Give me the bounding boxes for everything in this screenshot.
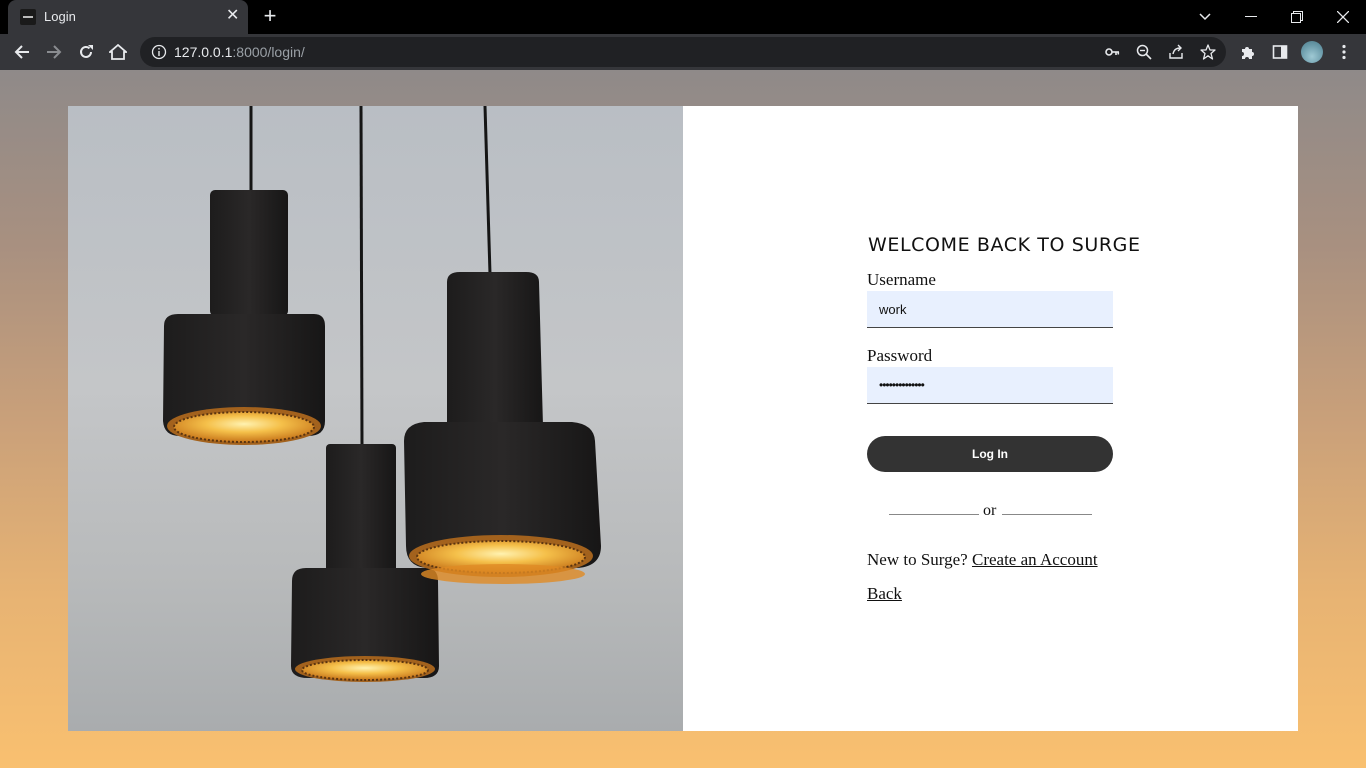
profile-avatar[interactable] [1301,41,1323,63]
signup-prompt-text: New to Surge? [867,550,968,569]
browser-tab[interactable]: Login ✕ [8,0,248,34]
create-account-link[interactable]: Create an Account [972,550,1098,569]
close-window-icon[interactable] [1320,0,1366,34]
tab-close-icon[interactable]: ✕ [226,8,239,24]
page-title: WELCOME BACK TO SURGE [868,234,1141,256]
url-text[interactable]: 127.0.0.1:8000/login/ [174,44,305,60]
site-favicon-icon [20,9,36,25]
pendant-lamps-image [68,106,683,731]
extensions-puzzle-icon[interactable] [1232,36,1264,68]
divider-or-text: or [983,502,997,519]
login-button[interactable]: Log In [867,436,1113,472]
site-info-icon[interactable] [151,44,167,60]
back-link-row: Back [867,584,902,604]
side-panel-icon[interactable] [1264,36,1296,68]
tab-search-icon[interactable] [1182,0,1228,34]
page-viewport: WELCOME BACK TO SURGE Username Password … [0,70,1366,768]
password-input[interactable] [867,367,1113,404]
forward-arrow-icon[interactable] [38,36,70,68]
home-icon[interactable] [102,36,134,68]
reload-icon[interactable] [70,36,102,68]
back-arrow-icon[interactable] [6,36,38,68]
key-icon[interactable] [1102,42,1122,62]
signup-prompt: New to Surge? Create an Account [867,550,1098,570]
minimize-icon[interactable] [1228,0,1274,34]
zoom-out-icon[interactable] [1134,42,1154,62]
menu-kebab-icon[interactable] [1328,36,1360,68]
divider-line-right [1002,514,1092,515]
login-card: WELCOME BACK TO SURGE Username Password … [68,106,1298,731]
bookmark-star-icon[interactable] [1198,42,1218,62]
url-host: 127.0.0.1 [174,44,233,60]
new-tab-icon[interactable]: + [258,4,282,28]
url-path: :8000/login/ [232,44,305,60]
share-icon[interactable] [1166,42,1186,62]
browser-toolbar: 127.0.0.1:8000/login/ [0,34,1366,70]
username-label: Username [867,270,936,289]
restore-icon[interactable] [1274,0,1320,34]
password-label: Password [867,346,933,365]
back-link[interactable]: Back [867,584,902,603]
address-bar[interactable]: 127.0.0.1:8000/login/ [140,37,1226,67]
divider-line-left [889,514,979,515]
tab-title: Login [44,9,76,24]
login-form-panel: WELCOME BACK TO SURGE Username Password … [683,106,1298,731]
username-input[interactable] [867,291,1113,328]
tab-strip: Login ✕ + [0,0,1366,34]
